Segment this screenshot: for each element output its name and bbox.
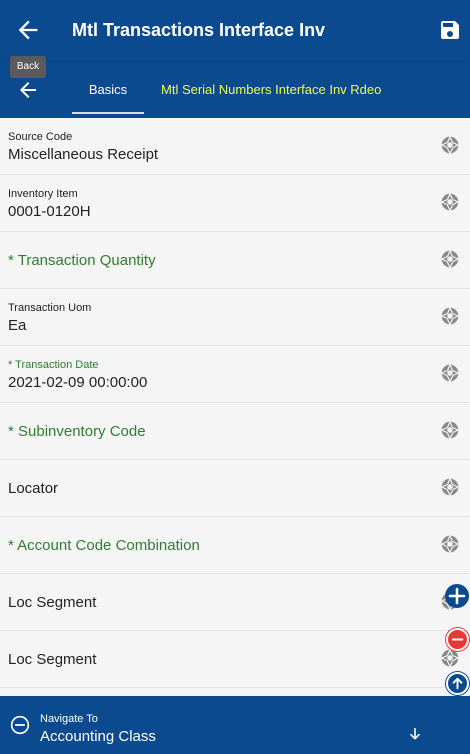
field-transaction-uom[interactable]: Transaction Uom Ea <box>0 289 470 346</box>
field-label: Transaction Uom <box>8 302 92 314</box>
field-loc-segment[interactable]: Loc Segment <box>0 631 470 688</box>
aperture-icon[interactable] <box>440 477 460 497</box>
minus-circle-icon[interactable] <box>10 715 30 735</box>
aperture-icon[interactable] <box>440 192 460 212</box>
tab-bar: Basics Mtl Serial Numbers Interface Inv … <box>0 62 470 118</box>
plus-icon <box>448 587 466 605</box>
field-value: 0001-0120H <box>8 203 91 220</box>
field-source-code[interactable]: Source Code Miscellaneous Receipt <box>0 118 470 175</box>
field-transaction-quantity[interactable]: * Transaction Quantity <box>0 232 470 289</box>
field-locator[interactable]: Locator <box>0 460 470 517</box>
save-icon[interactable] <box>438 18 462 42</box>
minus-icon <box>451 638 464 641</box>
aperture-icon[interactable] <box>440 420 460 440</box>
remove-button[interactable] <box>446 628 469 651</box>
navigate-to-bar[interactable]: Navigate To Accounting Class <box>0 696 470 754</box>
field-label: Loc Segment <box>8 651 97 668</box>
field-label: * Account Code Combination <box>8 537 200 554</box>
field-value: Miscellaneous Receipt <box>8 146 159 163</box>
aperture-icon[interactable] <box>440 306 460 326</box>
field-inventory-item[interactable]: Inventory Item 0001-0120H <box>0 175 470 232</box>
field-label: * Subinventory Code <box>8 423 146 440</box>
field-label: Inventory Item <box>8 188 78 200</box>
field-value: 2021-02-09 00:00:00 <box>8 374 148 391</box>
field-label: Source Code <box>8 131 73 143</box>
back-arrow-icon[interactable] <box>14 16 42 44</box>
field-loc-segment[interactable]: Loc Segment <box>0 574 470 631</box>
aperture-icon[interactable] <box>440 135 460 155</box>
field-account-code-combination[interactable]: * Account Code Combination <box>0 517 470 574</box>
field-label: Loc Segment <box>8 594 97 611</box>
navigate-to-label: Navigate To <box>40 713 98 725</box>
field-label: * Transaction Date <box>8 359 99 371</box>
back-arrow-icon[interactable] <box>16 78 40 102</box>
arrow-up-icon <box>452 677 463 690</box>
field-value: Ea <box>8 317 27 334</box>
aperture-icon[interactable] <box>440 534 460 554</box>
arrow-down-icon[interactable] <box>407 726 423 742</box>
field-transaction-date[interactable]: * Transaction Date 2021-02-09 00:00:00 <box>0 346 470 403</box>
aperture-icon[interactable] <box>440 249 460 269</box>
scroll-top-button[interactable] <box>446 672 469 695</box>
tab-serial-numbers[interactable]: Mtl Serial Numbers Interface Inv Rdeo <box>161 82 381 97</box>
field-list: Source Code Miscellaneous Receipt Invent… <box>0 118 470 688</box>
app-header: Mtl Transactions Interface Inv <box>0 0 470 62</box>
add-button[interactable] <box>445 584 469 608</box>
page-title: Mtl Transactions Interface Inv <box>72 20 326 40</box>
aperture-icon[interactable] <box>440 363 460 383</box>
field-subinventory-code[interactable]: * Subinventory Code <box>0 403 470 460</box>
field-label: Locator <box>8 480 59 497</box>
field-label: * Transaction Quantity <box>8 252 156 269</box>
back-tooltip: Back <box>10 56 46 78</box>
tab-basics[interactable]: Basics <box>72 82 144 97</box>
active-tab-indicator <box>72 112 144 114</box>
navigate-to-value[interactable]: Accounting Class <box>40 728 156 745</box>
